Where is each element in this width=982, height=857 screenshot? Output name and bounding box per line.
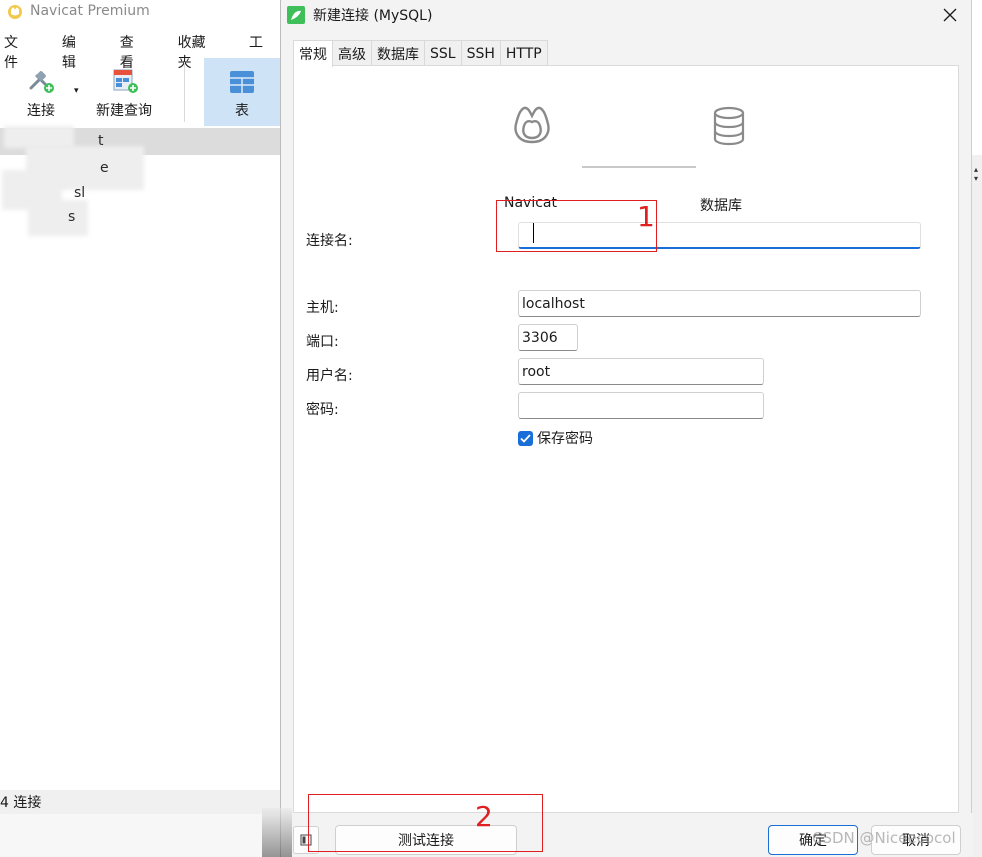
- port-input[interactable]: [518, 324, 578, 351]
- tab-http[interactable]: HTTP: [499, 40, 548, 66]
- right-scroll-arrows-icon[interactable]: ▴ ▾: [974, 165, 978, 183]
- password-input[interactable]: [518, 392, 764, 419]
- navicat-app-icon: [287, 6, 305, 24]
- menu-favorites[interactable]: 收藏夹: [174, 32, 222, 71]
- dialog-close-button[interactable]: [937, 2, 963, 28]
- annotation-box-1: [496, 200, 657, 252]
- new-query-button[interactable]: 新建查询: [92, 58, 156, 126]
- save-password-checkbox[interactable]: [518, 430, 533, 446]
- checkmark-icon: [520, 433, 531, 443]
- plug-icon: [29, 71, 54, 93]
- main-menubar: 文件 编辑 查看 收藏夹 工: [0, 32, 290, 71]
- close-icon: [943, 8, 957, 22]
- main-toolbar: 连接 ▾ 新建查询 表: [0, 58, 290, 128]
- right-edge-pane: [972, 155, 982, 857]
- nav-fragment: sl: [74, 185, 86, 201]
- table-label: 表: [235, 103, 249, 119]
- navicat-logo-icon: [514, 106, 550, 144]
- tab-general[interactable]: 常规: [293, 40, 333, 67]
- connection-diagram: Navicat 数据库: [504, 104, 766, 214]
- dialog-title: 新建连接 (MySQL): [313, 8, 433, 24]
- host-label: 主机:: [306, 300, 339, 316]
- menu-view[interactable]: 查看: [116, 32, 151, 71]
- main-window-title: Navicat Premium: [30, 3, 150, 19]
- general-tab-panel: Navicat 数据库 连接名: 主机: 端口: 用户名: 密码: 保存密码: [293, 65, 959, 813]
- annotation-box-2: [308, 794, 543, 852]
- annotation-number-1: 1: [637, 200, 655, 233]
- screenshot-artifact: [262, 808, 292, 857]
- connection-name-label: 连接名:: [306, 233, 353, 249]
- tab-advanced[interactable]: 高级: [332, 40, 372, 66]
- dialog-tabs: 常规 高级 数据库 SSL SSH HTTP: [293, 40, 548, 67]
- object-tabbar: [0, 128, 290, 155]
- save-password-row[interactable]: 保存密码: [518, 428, 593, 448]
- main-titlebar: Navicat Premium: [0, 0, 290, 22]
- database-icon: [713, 106, 745, 146]
- navicat-logo-icon: [8, 5, 22, 19]
- password-label: 密码:: [306, 402, 339, 418]
- csdn-watermark: CSDN @Niceecocol: [812, 829, 956, 847]
- connection-line: [582, 166, 696, 168]
- tab-ssl[interactable]: SSL: [424, 40, 462, 66]
- dialog-titlebar: 新建连接 (MySQL): [281, 0, 973, 30]
- menu-edit[interactable]: 编辑: [58, 32, 93, 71]
- connect-dropdown-icon[interactable]: ▾: [74, 86, 79, 96]
- tab-databases[interactable]: 数据库: [371, 40, 425, 66]
- new-connection-dialog: 新建连接 (MySQL) 常规 高级 数据库 SSL SSH HTTP Navi…: [280, 0, 973, 857]
- tab-ssh[interactable]: SSH: [460, 40, 501, 66]
- connect-button[interactable]: 连接: [20, 58, 62, 126]
- main-statusbar: 4 连接: [0, 790, 290, 814]
- new-query-icon: [113, 69, 138, 93]
- username-label: 用户名:: [306, 368, 353, 384]
- table-button[interactable]: 表: [204, 58, 280, 126]
- username-input[interactable]: [518, 358, 764, 385]
- port-label: 端口:: [306, 334, 339, 350]
- toolbar-separator: [184, 62, 185, 122]
- nav-fragment: e: [100, 160, 109, 176]
- save-password-label: 保存密码: [537, 431, 593, 447]
- connection-count: 4 连接: [0, 795, 42, 811]
- diagram-database-label: 数据库: [700, 198, 742, 214]
- nav-fragment: t: [98, 133, 104, 149]
- nav-fragment: s: [68, 209, 76, 225]
- main-bottom-area: [0, 814, 290, 857]
- connect-label: 连接: [27, 103, 55, 119]
- menu-file[interactable]: 文件: [0, 32, 35, 71]
- menu-tools[interactable]: 工: [245, 32, 267, 56]
- new-query-label: 新建查询: [96, 103, 152, 119]
- table-icon: [230, 71, 254, 93]
- annotation-number-2: 2: [475, 800, 493, 833]
- host-input[interactable]: [518, 290, 921, 317]
